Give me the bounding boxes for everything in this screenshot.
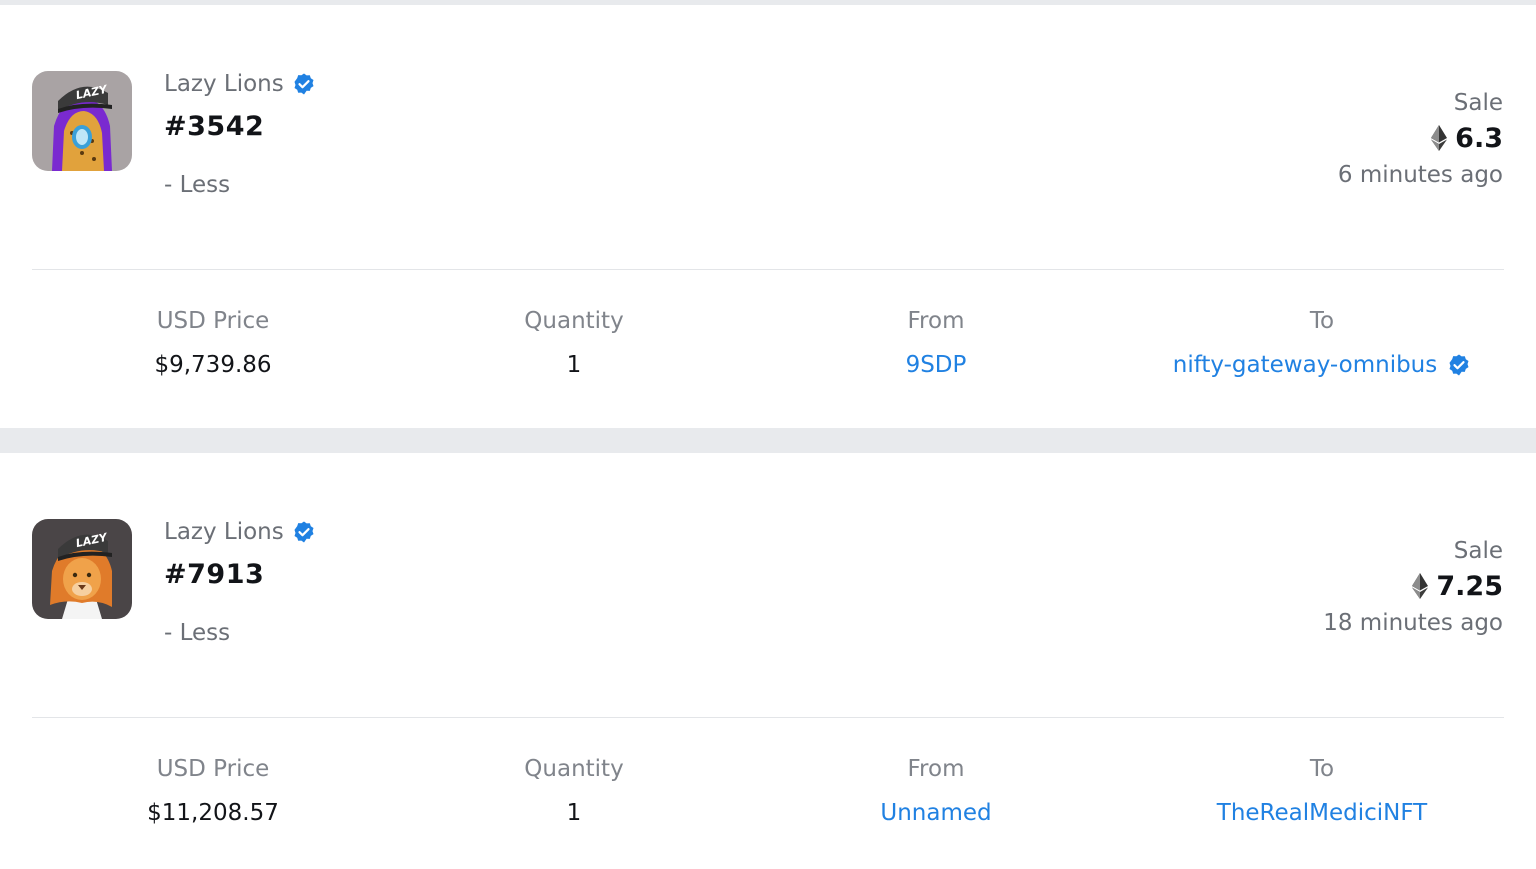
collection-name[interactable]: Lazy Lions bbox=[164, 519, 316, 545]
verified-badge-icon bbox=[1449, 354, 1469, 376]
activity-card: LAZY Lazy Lions #3542 - Less Sale 6.3 6 … bbox=[0, 5, 1536, 428]
quantity-value: 1 bbox=[566, 800, 582, 826]
collection-name-label[interactable]: Lazy Lions bbox=[164, 519, 284, 545]
usd-price-label: USD Price bbox=[156, 756, 270, 782]
to-label: To bbox=[1309, 308, 1335, 334]
usd-price-value: $9,739.86 bbox=[154, 352, 272, 378]
nft-thumbnail[interactable]: LAZY bbox=[32, 519, 132, 619]
event-summary: Sale 6.3 6 minutes ago bbox=[1338, 87, 1503, 193]
from-label: From bbox=[907, 308, 965, 334]
price-row: 6.3 bbox=[1338, 119, 1503, 157]
usd-price-value: $11,208.57 bbox=[147, 800, 279, 826]
card-separator bbox=[0, 428, 1536, 453]
to-account-link[interactable]: nifty-gateway-omnibus bbox=[1130, 349, 1514, 381]
usd-price-column: USD Price $9,739.86 bbox=[143, 305, 283, 381]
usd-price-label: USD Price bbox=[156, 308, 270, 334]
less-toggle[interactable]: - Less bbox=[164, 620, 230, 646]
divider bbox=[32, 717, 1504, 718]
from-account-link[interactable]: 9SDP bbox=[836, 349, 1036, 381]
collection-name-label[interactable]: Lazy Lions bbox=[164, 71, 284, 97]
from-column: From Unnamed bbox=[836, 753, 1036, 829]
from-label: From bbox=[907, 756, 965, 782]
quantity-value: 1 bbox=[566, 352, 582, 378]
nft-thumbnail[interactable]: LAZY bbox=[32, 71, 132, 171]
event-summary: Sale 7.25 18 minutes ago bbox=[1323, 535, 1503, 641]
to-account-link[interactable]: TheRealMediciNFT bbox=[1130, 797, 1514, 829]
quantity-column: Quantity 1 bbox=[494, 305, 654, 381]
from-column: From 9SDP bbox=[836, 305, 1036, 381]
quantity-label: Quantity bbox=[524, 756, 624, 782]
collection-name[interactable]: Lazy Lions bbox=[164, 71, 316, 97]
price-value: 6.3 bbox=[1455, 122, 1503, 154]
to-label: To bbox=[1309, 756, 1335, 782]
quantity-label: Quantity bbox=[524, 308, 624, 334]
less-toggle[interactable]: - Less bbox=[164, 172, 230, 198]
to-account-name[interactable]: nifty-gateway-omnibus bbox=[1173, 349, 1438, 381]
usd-price-column: USD Price $11,208.57 bbox=[143, 753, 283, 829]
divider bbox=[32, 269, 1504, 270]
activity-card: LAZY Lazy Lions #7913 - Less Sale 7.25 1… bbox=[0, 453, 1536, 869]
token-id[interactable]: #7913 bbox=[164, 559, 264, 590]
event-type: Sale bbox=[1453, 538, 1503, 564]
ethereum-icon bbox=[1431, 125, 1448, 151]
verified-badge-icon bbox=[294, 73, 314, 95]
verified-badge-icon bbox=[294, 521, 314, 543]
event-type: Sale bbox=[1453, 90, 1503, 116]
quantity-column: Quantity 1 bbox=[494, 753, 654, 829]
timestamp[interactable]: 6 minutes ago bbox=[1338, 157, 1503, 193]
price-row: 7.25 bbox=[1323, 567, 1503, 605]
to-account-name[interactable]: TheRealMediciNFT bbox=[1217, 797, 1427, 829]
to-column: To nifty-gateway-omnibus bbox=[1130, 305, 1514, 381]
token-id[interactable]: #3542 bbox=[164, 111, 264, 142]
to-column: To TheRealMediciNFT bbox=[1130, 753, 1514, 829]
from-account-link[interactable]: Unnamed bbox=[836, 797, 1036, 829]
ethereum-icon bbox=[1412, 573, 1429, 599]
timestamp[interactable]: 18 minutes ago bbox=[1323, 605, 1503, 641]
price-value: 7.25 bbox=[1436, 570, 1503, 602]
